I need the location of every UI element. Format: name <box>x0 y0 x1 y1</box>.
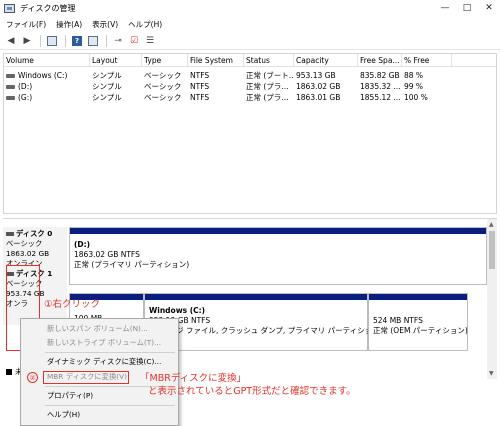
capacity-cell: 953.13 GB <box>296 71 336 80</box>
mbr-item-highlight <box>43 371 129 384</box>
drive-icon <box>6 74 15 78</box>
volume-list-header: Volume Layout Type File System Status Ca… <box>4 54 496 67</box>
menu-item-new-striped-volume[interactable]: 新しいストライプ ボリューム(T)... <box>47 337 161 349</box>
toolbar-separator <box>40 34 41 47</box>
volume-name: (D:) <box>18 82 33 91</box>
column-file-system[interactable]: File System <box>188 54 244 67</box>
forward-arrow-icon[interactable]: ▶ <box>20 34 34 47</box>
partition-bar <box>369 294 467 300</box>
properties-icon[interactable] <box>45 34 59 47</box>
menu-item-new-spanned-volume[interactable]: 新しいスパン ボリューム(N)... <box>47 323 148 335</box>
scroll-down-icon[interactable]: ▼ <box>489 370 494 377</box>
menu-help[interactable]: ヘルプ(H) <box>128 19 162 30</box>
column-status[interactable]: Status <box>244 54 294 67</box>
partition-size: 524 MB NTFS <box>373 316 423 325</box>
column-volume[interactable]: Volume <box>4 54 90 67</box>
toolbar-separator <box>65 34 66 47</box>
percent-cell: 88 % <box>404 71 424 80</box>
partition-size: 953.13 GB NTFS <box>149 316 211 325</box>
vertical-scrollbar[interactable]: ▲ ▼ <box>487 219 497 379</box>
partition-bar <box>145 294 367 300</box>
drive-icon <box>6 96 15 100</box>
menu-item-properties[interactable]: プロパティ(P) <box>47 390 93 402</box>
free-cell: 1835.32 ... <box>360 82 401 91</box>
annotation-note-line2: と表示されているとGPT形式だと確認できます。 <box>148 386 356 397</box>
capacity-cell: 1863.01 GB <box>296 93 341 102</box>
partition-status: ト, ページ ファイル, クラッシュ ダンプ, プライマリ パーティション) <box>149 326 383 335</box>
step-2-badge: ② <box>27 372 38 383</box>
menu-bar: ファイル(F) 操作(A) 表示(V) ヘルプ(H) <box>0 16 500 32</box>
unallocated-legend-swatch <box>6 368 12 375</box>
scroll-up-icon[interactable]: ▲ <box>489 221 494 228</box>
help-icon[interactable]: ? <box>70 34 84 47</box>
status-cell: 正常 (プラ... <box>246 82 289 91</box>
partition-name: (D:) <box>74 240 91 249</box>
fs-cell: NTFS <box>190 71 210 80</box>
disk-name: ディスク 0 <box>16 229 53 238</box>
window-title: ディスクの管理 <box>20 3 76 13</box>
column-layout[interactable]: Layout <box>90 54 142 67</box>
status-cell: 正常 (プラ... <box>246 93 289 102</box>
layout-cell: シンプル <box>92 71 122 80</box>
partition-status: 正常 (プライマリ パーティション) <box>74 260 190 269</box>
annotation-right-click: ①右クリック <box>44 299 101 310</box>
drive-icon <box>6 85 15 89</box>
disk-icon <box>6 232 14 236</box>
fs-cell: NTFS <box>190 93 210 102</box>
column-free-space[interactable]: Free Spa... <box>358 54 402 67</box>
list-icon[interactable]: ☰ <box>143 34 157 47</box>
partition-d[interactable]: (D:) 1863.02 GB NTFS 正常 (プライマリ パーティション) <box>69 227 487 285</box>
layout-cell: シンプル <box>92 82 122 91</box>
table-row[interactable]: Windows (C:) シンプル ベーシック NTFS 正常 (ブート... … <box>4 70 496 81</box>
check-icon[interactable]: ☑ <box>127 34 141 47</box>
menu-item-help[interactable]: ヘルプ(H) <box>47 409 80 421</box>
window-controls: — □ ✕ <box>434 0 500 16</box>
volume-name: (G:) <box>18 93 33 102</box>
menu-file[interactable]: ファイル(F) <box>6 19 46 30</box>
partition-bar <box>70 228 486 234</box>
percent-cell: 99 % <box>404 82 424 91</box>
menu-action[interactable]: 操作(A) <box>56 19 82 30</box>
free-cell: 1855.12 ... <box>360 93 401 102</box>
close-button[interactable]: ✕ <box>478 0 500 16</box>
column-percent-free[interactable]: % Free <box>402 54 452 67</box>
type-cell: ベーシック <box>144 93 182 102</box>
properties-grid-icon[interactable] <box>86 34 100 47</box>
maximize-button[interactable]: □ <box>456 0 478 16</box>
back-arrow-icon[interactable]: ◀ <box>4 34 18 47</box>
menu-view[interactable]: 表示(V) <box>92 19 118 30</box>
menu-item-convert-dynamic[interactable]: ダイナミック ディスクに変換(C)... <box>47 356 161 368</box>
menu-separator <box>45 405 175 406</box>
partition-name: Windows (C:) <box>149 306 206 315</box>
status-cell: 正常 (ブート... <box>246 71 294 80</box>
disk-management-app-icon <box>4 3 15 13</box>
scrollbar-thumb[interactable] <box>489 231 495 269</box>
table-row[interactable]: (G:) シンプル ベーシック NTFS 正常 (プラ... 1863.01 G… <box>4 92 496 103</box>
disk-type: ベーシック <box>6 239 43 248</box>
volume-list: Volume Layout Type File System Status Ca… <box>3 53 497 214</box>
layout-cell: シンプル <box>92 93 122 102</box>
fs-cell: NTFS <box>190 82 210 91</box>
disk-size: 1863.02 GB <box>6 249 50 258</box>
title-bar: ディスクの管理 — □ ✕ <box>0 0 500 16</box>
partition-oem[interactable]: 524 MB NTFS 正常 (OEM パーティション) <box>368 293 468 351</box>
type-cell: ベーシック <box>144 71 182 80</box>
minimize-button[interactable]: — <box>434 0 456 16</box>
menu-separator <box>45 352 175 353</box>
toolbar-separator <box>106 34 107 47</box>
column-capacity[interactable]: Capacity <box>294 54 358 67</box>
percent-cell: 100 % <box>404 93 428 102</box>
partition-status: 正常 (OEM パーティション) <box>373 326 468 335</box>
volume-name: Windows (C:) <box>18 71 68 80</box>
column-type[interactable]: Type <box>142 54 188 67</box>
toolbar: ◀ ▶ ? ⊸ ☑ ☰ <box>0 32 500 50</box>
free-cell: 835.82 GB <box>360 71 400 80</box>
type-cell: ベーシック <box>144 82 182 91</box>
partition-size: 1863.02 GB NTFS <box>74 250 140 259</box>
annotation-note-line1: 「MBRディスクに変換」 <box>140 373 247 384</box>
capacity-cell: 1863.02 GB <box>296 82 341 91</box>
connect-icon[interactable]: ⊸ <box>111 34 125 47</box>
table-row[interactable]: (D:) シンプル ベーシック NTFS 正常 (プラ... 1863.02 G… <box>4 81 496 92</box>
